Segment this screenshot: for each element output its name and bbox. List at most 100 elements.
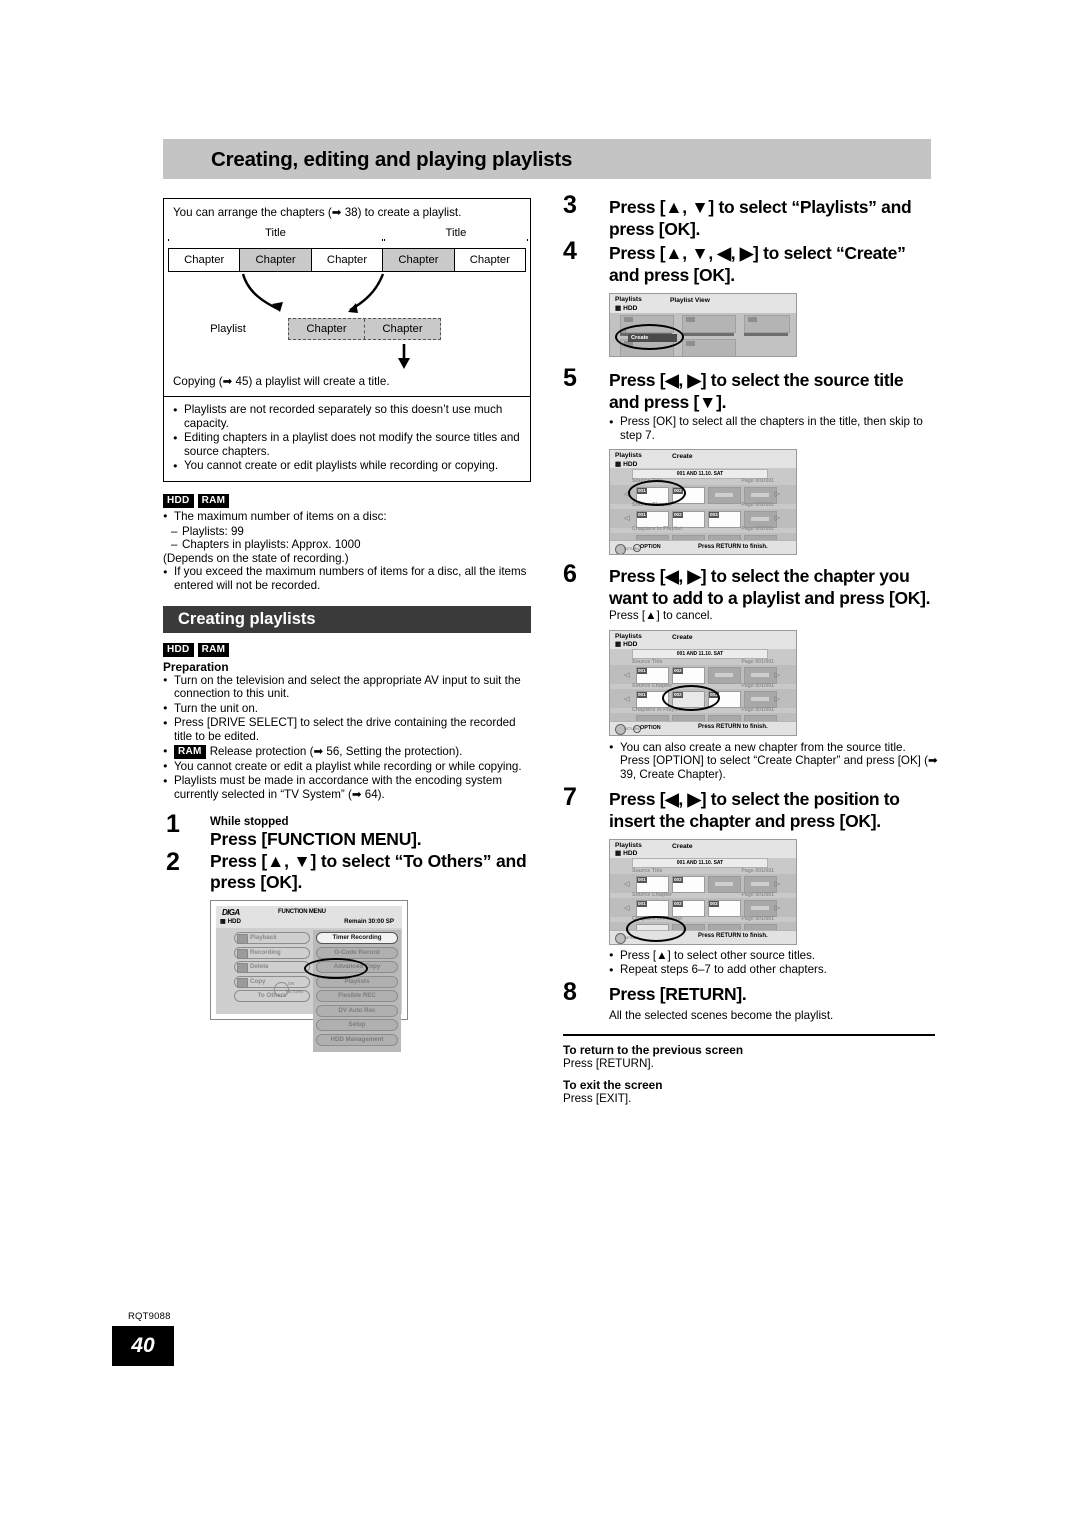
title-ruler-2: Title	[384, 227, 528, 242]
source-chapter-cell[interactable]	[744, 691, 777, 709]
source-chapter-cell[interactable]: 001	[636, 510, 669, 528]
chapter-cell: Chapter	[311, 249, 384, 271]
fm-item-copy[interactable]: Copy	[234, 975, 310, 988]
right-arrow-icon[interactable]: ▷	[775, 695, 780, 703]
title-ruler-1: Title	[168, 227, 383, 242]
right-arrow-icon[interactable]: ▷	[775, 880, 780, 888]
source-chapter-cell[interactable]: 002	[672, 510, 705, 528]
right-arrow-icon[interactable]: ▷	[775, 671, 780, 679]
source-title-cell[interactable]	[708, 667, 741, 685]
fm-item-gcode-record[interactable]: G-Code Record	[316, 946, 398, 959]
page-indicator: Page 001/001	[741, 682, 774, 689]
fm-item-playback[interactable]: Playback	[234, 932, 310, 945]
fm-item-timer-recording[interactable]: Timer Recording	[316, 932, 398, 945]
row-label-source-chapter: Source Chapter	[632, 682, 673, 689]
highlight-ellipse-create	[615, 324, 684, 350]
return-to-previous-title: To return to the previous screen	[563, 1043, 744, 1058]
row-label-source-chapter: Source Chapter	[632, 891, 673, 898]
left-arrow-icon[interactable]: ◁	[624, 671, 629, 679]
hdd-badge: HDD	[163, 642, 194, 657]
source-title-cell[interactable]	[708, 486, 741, 504]
step-number: 2	[166, 848, 180, 877]
drive-indicator: ▦ HDD	[220, 918, 241, 926]
dial-icon: OK RETURN	[274, 981, 303, 997]
right-arrow-icon[interactable]: ▷	[775, 514, 780, 522]
step-7-text: Press [◀, ▶] to select the position to i…	[609, 788, 900, 831]
step-3-text: Press [▲, ▼] to select “Playlists” and p…	[609, 197, 912, 239]
left-arrow-icon[interactable]: ◁	[624, 695, 629, 703]
fm-item-hdd-management[interactable]: HDD Management	[316, 1033, 398, 1046]
page-number: 40	[131, 1334, 155, 1357]
right-arrow-icon[interactable]: ▷	[775, 904, 780, 912]
source-chapter-cell[interactable]: 003	[708, 900, 741, 918]
ram-badge: RAM	[174, 744, 206, 759]
source-title-cell[interactable]	[744, 667, 777, 685]
function-menu-screenshot: DIGA FUNCTION MENU ▦ HDD Remain 30:00 SP…	[210, 900, 408, 1053]
fm-item-dv-auto-rec[interactable]: DV Auto Rec	[316, 1004, 398, 1017]
source-chapter-cell[interactable]: 002	[672, 900, 705, 918]
source-chapter-cell[interactable]: 003	[708, 510, 741, 528]
step-1-condition: While stopped	[210, 816, 289, 829]
fm-item-delete[interactable]: Delete	[234, 961, 310, 974]
step-5: 5 Press [◀, ▶] to select the source titl…	[563, 364, 938, 556]
left-arrow-icon[interactable]: ◁	[624, 880, 629, 888]
source-title-bar: 001 AND 11.10. SAT	[632, 858, 768, 869]
playlists-label: Playlists	[615, 296, 642, 303]
source-chapter-cell[interactable]: 001	[636, 900, 669, 918]
function-menu-right-list[interactable]: Timer Recording G-Code Record Advanced C…	[313, 930, 401, 1053]
ram-badge: RAM	[197, 493, 230, 508]
chapter-cell: Chapter	[383, 249, 455, 271]
option-label: OPTION	[640, 724, 661, 731]
fm-item-recording[interactable]: Recording	[234, 946, 310, 959]
source-title-cell[interactable]	[708, 876, 741, 894]
playlists-label: Playlists	[615, 841, 642, 849]
diagram-arrows	[168, 272, 526, 316]
playlist-view-title: Playlist View	[670, 297, 710, 304]
step-7: 7 Press [◀, ▶] to select the position to…	[563, 783, 938, 977]
page-indicator: Page 001/001	[741, 526, 774, 533]
source-title-cell[interactable]	[744, 876, 777, 894]
step-5-note: Press [OK] to select all the chapters in…	[609, 414, 938, 442]
limits-badges: HDD RAM	[163, 491, 533, 509]
prep-item: Turn on the television and select the ap…	[163, 673, 533, 701]
finish-hint: Press RETURN to finish.	[698, 543, 768, 550]
limits-dash-2: Chapters in playlists: Approx. 1000	[163, 538, 533, 552]
left-arrow-icon[interactable]: ◁	[624, 514, 629, 522]
create-title: Create	[672, 453, 693, 461]
fm-item-setup[interactable]: Setup	[316, 1019, 398, 1032]
source-title-cell[interactable]: 002	[672, 876, 705, 894]
source-title-cell[interactable]: 001	[636, 667, 669, 685]
source-chapter-cell[interactable]	[744, 900, 777, 918]
source-title-cell[interactable]: 002	[672, 667, 705, 685]
drive-indicator: ▦ HDD	[615, 641, 638, 649]
fm-item-flexible-rec[interactable]: Flexible REC	[316, 990, 398, 1003]
playlists-label: Playlists	[615, 452, 642, 460]
down-arrow-icon	[164, 342, 530, 372]
step-2: 2 Press [▲, ▼] to select “To Others” and…	[163, 848, 533, 893]
row-label-source-title: Source Title	[632, 867, 663, 874]
playlist-chapter-cell: Chapter	[289, 319, 365, 339]
limits-dash-1: Playlists: 99	[163, 525, 533, 539]
step-8: 8 Press [RETURN]. All the selected scene…	[563, 978, 938, 1023]
source-chapter-cell[interactable]	[744, 510, 777, 528]
step-5-text: Press [◀, ▶] to select the source title …	[609, 370, 904, 412]
step-8-text: Press [RETURN].	[609, 983, 747, 1004]
right-arrow-icon[interactable]: ▷	[775, 490, 780, 498]
page-indicator: Page 001/001	[741, 915, 774, 922]
left-arrow-icon[interactable]: ◁	[624, 904, 629, 912]
remain-indicator: Remain 30:00 SP	[344, 918, 394, 926]
step-6-text: Press [◀, ▶] to select the chapter you w…	[609, 566, 931, 609]
prep-item: Turn the unit on.	[163, 701, 533, 716]
source-title-cell[interactable]	[744, 486, 777, 504]
option-label: OPTION	[640, 544, 661, 551]
intro-note: Editing chapters in a playlist does not …	[173, 431, 521, 458]
diga-logo: DIGA	[222, 908, 240, 918]
page-number-badge: 40	[112, 1326, 174, 1366]
source-title-cell[interactable]: 001	[636, 876, 669, 894]
section-badges: HDD RAM	[163, 640, 533, 658]
playlist-strip: Playlist Chapter Chapter	[168, 316, 526, 342]
step-1: 1 While stopped Press [FUNCTION MENU].	[163, 810, 533, 850]
drive-indicator: ▦ HDD	[615, 304, 638, 312]
dial-return-label: RETURN	[286, 988, 304, 994]
function-menu-left-list[interactable]: Playback Recording Delete Copy To Others…	[234, 932, 310, 1005]
